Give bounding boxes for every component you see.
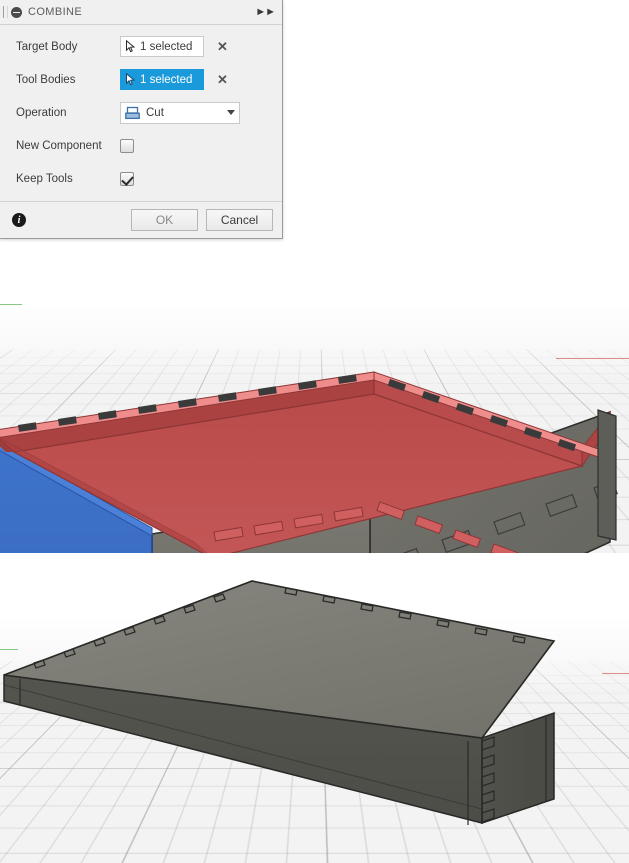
target-body-label: Target Body [16, 40, 78, 53]
row-target-body: Target Body 1 selected ✕ [0, 30, 282, 63]
tool-bodies-selection-button[interactable]: 1 selected [120, 69, 204, 90]
cancel-button[interactable]: Cancel [206, 209, 273, 231]
target-body-selection-button[interactable]: 1 selected [120, 36, 204, 57]
dialog-body: Target Body 1 selected ✕ Tool Bodies 1 s… [0, 25, 282, 199]
operation-value: Cut [146, 106, 164, 119]
open-tray-model[interactable] [0, 240, 629, 553]
selection-cursor-icon [126, 40, 136, 53]
double-chevron-right-icon[interactable]: ►► [255, 6, 276, 18]
dialog-footer: i OK Cancel [0, 201, 282, 238]
combine-dialog[interactable]: COMBINE ►► Target Body 1 selected ✕ Tool… [0, 0, 283, 239]
selection-cursor-icon [126, 73, 136, 86]
cut-operation-icon [125, 106, 140, 119]
operation-label: Operation [16, 106, 67, 119]
tool-bodies-value: 1 selected [140, 73, 193, 86]
tool-bodies-label: Tool Bodies [16, 73, 76, 86]
row-operation: Operation Cut [0, 96, 282, 129]
keep-tools-label: Keep Tools [16, 172, 73, 185]
new-component-checkbox[interactable] [120, 138, 134, 153]
ok-button[interactable]: OK [131, 209, 198, 231]
screen-root: COMBINE ►► Target Body 1 selected ✕ Tool… [0, 0, 629, 863]
info-icon[interactable]: i [12, 213, 26, 227]
caret-down-icon[interactable] [227, 110, 235, 115]
row-new-component: New Component [0, 129, 282, 162]
tool-bodies-close-x-icon[interactable]: ✕ [216, 73, 229, 86]
empty-white-area [283, 0, 629, 240]
row-keep-tools: Keep Tools [0, 162, 282, 195]
closed-box-model[interactable] [0, 553, 629, 863]
closed-box-geometry [3, 580, 556, 825]
new-component-label: New Component [16, 139, 102, 152]
keep-tools-checkbox[interactable] [120, 171, 134, 186]
bottom-viewport[interactable] [0, 553, 629, 863]
drag-grip-icon[interactable] [3, 6, 8, 18]
target-body-close-x-icon[interactable]: ✕ [216, 40, 229, 53]
dialog-title: COMBINE [28, 6, 83, 18]
minus-circle-icon[interactable] [11, 6, 22, 18]
dialog-title-bar[interactable]: COMBINE ►► [0, 0, 282, 25]
target-body-value: 1 selected [140, 40, 193, 53]
row-tool-bodies: Tool Bodies 1 selected ✕ [0, 63, 282, 96]
tray-geometry [0, 371, 618, 553]
operation-dropdown[interactable]: Cut [120, 101, 240, 124]
top-viewport[interactable] [0, 240, 629, 553]
